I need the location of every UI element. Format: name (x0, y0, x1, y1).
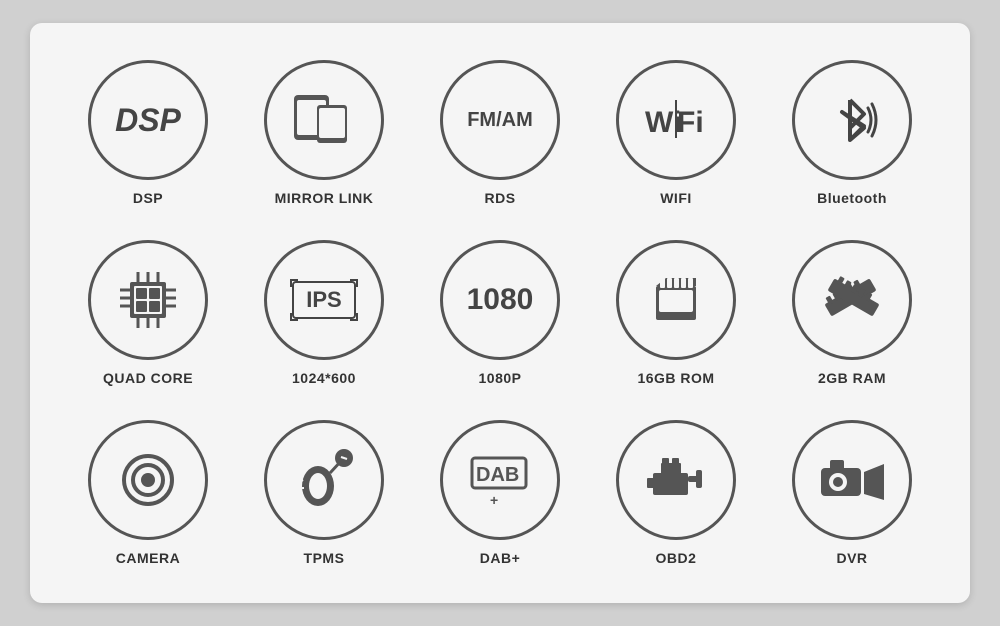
tpms-label: TPMS (304, 550, 345, 566)
features-card: dsp DSP MIRROR LINK (30, 23, 970, 603)
mirror-link-circle (264, 60, 384, 180)
1080p-circle: 1080 (440, 240, 560, 360)
dab-circle: DAB + (440, 420, 560, 540)
dsp-label: DSP (133, 190, 163, 206)
1080p-label: 1080P (479, 370, 522, 386)
dsp-icon-text: dsp (115, 102, 181, 139)
dab-icon: DAB + (460, 440, 540, 520)
bluetooth-circle (792, 60, 912, 180)
row-3: CAMERA (60, 420, 940, 566)
feature-2gb-ram: 2GB RAM (772, 240, 932, 386)
quad-core-icon (108, 260, 188, 340)
feature-camera: CAMERA (68, 420, 228, 566)
bluetooth-label: Bluetooth (817, 190, 887, 206)
quad-core-label: QUAD CORE (103, 370, 193, 386)
bluetooth-icon (812, 80, 892, 160)
mirror-link-label: MIRROR LINK (275, 190, 374, 206)
rds-label: RDS (484, 190, 515, 206)
16gb-rom-icon (636, 260, 716, 340)
dsp-circle: dsp (88, 60, 208, 180)
tpms-circle (264, 420, 384, 540)
mirror-link-icon (284, 80, 364, 160)
feature-obd2: OBD2 (596, 420, 756, 566)
16gb-rom-label: 16GB ROM (637, 370, 714, 386)
feature-dab: DAB + DAB+ (420, 420, 580, 566)
tpms-icon (284, 440, 364, 520)
dab-label: DAB+ (480, 550, 521, 566)
feature-quad-core: QUAD CORE (68, 240, 228, 386)
ips-label: 1024*600 (292, 370, 356, 386)
2gb-ram-label: 2GB RAM (818, 370, 886, 386)
feature-tpms: TPMS (244, 420, 404, 566)
camera-circle (88, 420, 208, 540)
dsp-icon: dsp (108, 80, 188, 160)
svg-text:DAB: DAB (476, 464, 519, 486)
rds-icon-text: FM/AM (467, 109, 533, 132)
ips-text: IPS (306, 287, 341, 312)
wifi-circle: Wi Fi (616, 60, 736, 180)
ips-icon: IPS (284, 260, 364, 340)
ips-container: IPS (292, 281, 355, 319)
2gb-ram-icon (812, 260, 892, 340)
obd2-circle (616, 420, 736, 540)
2gb-ram-circle (792, 240, 912, 360)
row-2: QUAD CORE IPS 1024*600 (60, 240, 940, 386)
dvr-icon (812, 440, 892, 520)
row-1: dsp DSP MIRROR LINK (60, 60, 940, 206)
feature-16gb-rom: 16GB ROM (596, 240, 756, 386)
wifi-label: WIFI (660, 190, 692, 206)
dvr-label: DVR (836, 550, 867, 566)
feature-1080p: 1080 1080P (420, 240, 580, 386)
wifi-icon: Wi Fi (636, 80, 716, 160)
rds-icon: FM/AM (460, 80, 540, 160)
rds-circle: FM/AM (440, 60, 560, 180)
quad-core-circle (88, 240, 208, 360)
feature-wifi: Wi Fi WIFI (596, 60, 756, 206)
obd2-label: OBD2 (656, 550, 697, 566)
ips-circle: IPS (264, 240, 384, 360)
feature-dsp: dsp DSP (68, 60, 228, 206)
feature-mirror-link: MIRROR LINK (244, 60, 404, 206)
obd2-icon (636, 440, 716, 520)
feature-bluetooth: Bluetooth (772, 60, 932, 206)
feature-dvr: DVR (772, 420, 932, 566)
1080p-icon: 1080 (460, 260, 540, 340)
1080p-text: 1080 (467, 283, 534, 317)
feature-rds: FM/AM RDS (420, 60, 580, 206)
feature-ips: IPS 1024*600 (244, 240, 404, 386)
camera-icon (108, 440, 188, 520)
dvr-circle (792, 420, 912, 540)
16gb-rom-circle (616, 240, 736, 360)
svg-text:+: + (490, 492, 498, 508)
camera-label: CAMERA (116, 550, 180, 566)
svg-text:Fi: Fi (677, 106, 704, 139)
